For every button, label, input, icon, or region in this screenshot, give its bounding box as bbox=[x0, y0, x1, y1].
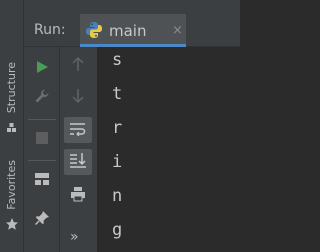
python-icon bbox=[85, 21, 103, 43]
more-button[interactable]: » bbox=[70, 229, 79, 245]
stop-icon bbox=[35, 130, 49, 149]
structure-icon bbox=[6, 119, 18, 138]
console-output[interactable]: s t r i n g bbox=[97, 47, 240, 252]
wrench-icon bbox=[34, 88, 50, 108]
run-panel-title: Run: bbox=[34, 22, 66, 38]
pin-button[interactable] bbox=[28, 207, 56, 233]
console-toolbar: » bbox=[60, 47, 97, 252]
arrow-down-icon bbox=[71, 88, 85, 108]
print-button[interactable] bbox=[64, 183, 92, 209]
favorites-tab[interactable]: Favorites bbox=[0, 160, 23, 235]
console-line: i bbox=[112, 152, 123, 172]
toolbar-separator bbox=[28, 119, 56, 120]
console-line: g bbox=[112, 220, 123, 240]
soft-wrap-icon bbox=[69, 121, 87, 140]
run-button[interactable] bbox=[28, 55, 56, 81]
scroll-to-end-button[interactable] bbox=[64, 149, 92, 175]
wrench-button[interactable] bbox=[28, 85, 56, 111]
console-line: n bbox=[112, 186, 123, 206]
run-toolbar bbox=[24, 47, 60, 252]
tab-main-label: main bbox=[109, 22, 147, 40]
soft-wrap-button[interactable] bbox=[64, 117, 92, 143]
scroll-to-end-icon bbox=[69, 152, 87, 172]
toolbar-separator bbox=[28, 160, 56, 161]
structure-tab[interactable]: Structure bbox=[0, 62, 23, 138]
run-panel-header: Run: main × bbox=[24, 0, 240, 47]
console-line: t bbox=[112, 84, 123, 104]
layout-icon bbox=[34, 171, 50, 190]
pin-icon bbox=[34, 210, 50, 230]
arrow-up-icon bbox=[71, 56, 85, 76]
play-icon bbox=[35, 59, 49, 78]
structure-tab-label: Structure bbox=[5, 62, 18, 114]
star-icon bbox=[5, 216, 19, 235]
print-icon bbox=[70, 186, 86, 206]
scroll-down-button[interactable] bbox=[64, 85, 92, 111]
stop-button[interactable] bbox=[28, 126, 56, 152]
favorites-tab-label: Favorites bbox=[5, 160, 18, 210]
layout-button[interactable] bbox=[28, 167, 56, 193]
console-line: r bbox=[112, 118, 123, 138]
close-icon[interactable]: × bbox=[172, 24, 183, 37]
tab-main[interactable]: main × bbox=[80, 14, 186, 47]
tool-window-strip: Structure Favorites bbox=[0, 0, 24, 252]
console-line: s bbox=[112, 50, 123, 70]
scroll-up-button[interactable] bbox=[64, 53, 92, 79]
